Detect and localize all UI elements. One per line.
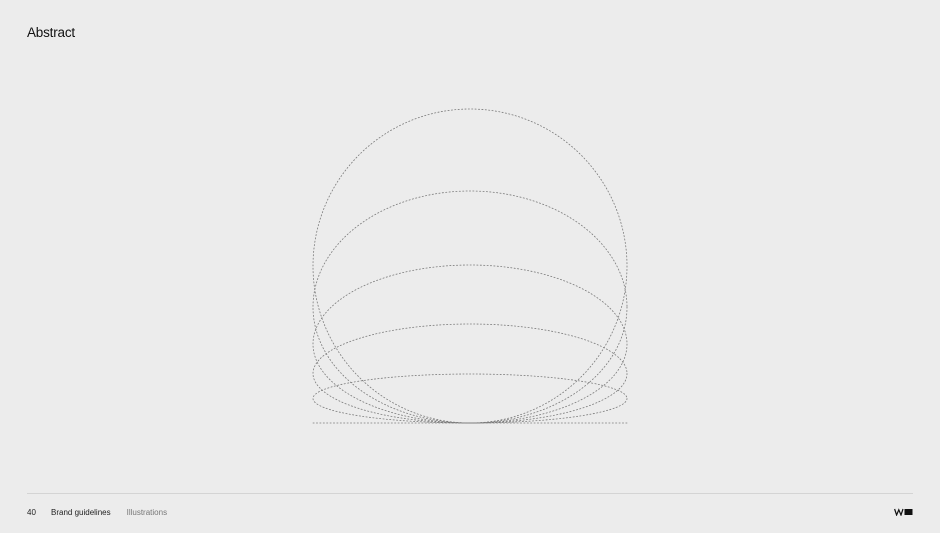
ellipse-4 [312,323,628,424]
footer-divider [27,493,913,494]
ellipse-3 [312,264,628,424]
ellipse-1 [312,108,628,424]
page-number: 40 [27,508,36,517]
document-name: Brand guidelines [51,508,111,517]
section-name: Illustrations [126,508,168,517]
nested-dotted-ellipses-illustration [312,108,628,424]
ellipse-2 [312,190,628,424]
wm-logo-icon [894,508,913,516]
ellipse-5 [312,373,628,424]
footer: 40 Brand guidelines Illustrations [27,508,167,517]
